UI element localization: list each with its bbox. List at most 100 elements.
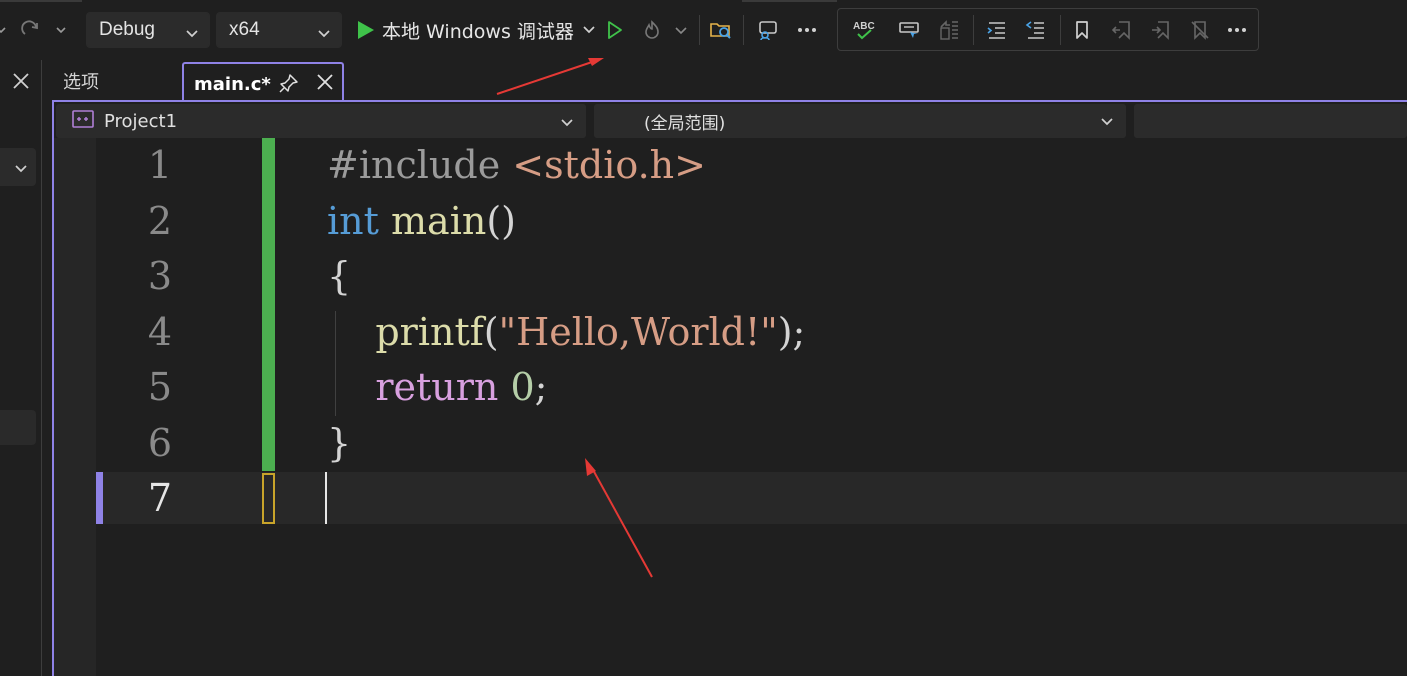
glyph-margin[interactable]: [54, 138, 96, 676]
prev-bookmark-icon: [1111, 21, 1130, 40]
current-line-marker: [96, 472, 103, 524]
code-line-1[interactable]: #include <stdio.h>: [327, 138, 1377, 194]
unsaved-changes-marker: [262, 473, 275, 524]
chevron-down-icon: [675, 27, 687, 35]
chevron-down-icon: [317, 23, 331, 45]
next-bookmark-icon: [1152, 21, 1169, 40]
play-icon: [358, 21, 374, 39]
configuration-value: Debug: [99, 19, 155, 40]
bookmark-icon: [1076, 21, 1088, 39]
toolbar-separator: [1060, 15, 1061, 45]
function-main: main: [391, 198, 487, 243]
member-dropdown[interactable]: [1134, 104, 1407, 138]
open-brace: {: [327, 254, 352, 298]
platform-value: x64: [229, 19, 260, 40]
project-icon: [72, 109, 94, 133]
number-literal: 0: [510, 365, 535, 409]
toolbar-edge: [742, 0, 837, 2]
scope-label: (全局范围): [644, 113, 726, 134]
text-caret: [325, 472, 327, 524]
platform-dropdown[interactable]: x64: [216, 12, 342, 48]
hot-reload-button[interactable]: [637, 12, 667, 48]
pin-icon[interactable]: [279, 73, 299, 98]
next-bookmark-button[interactable]: [1146, 12, 1176, 48]
increase-indent-button[interactable]: [1021, 12, 1051, 48]
code-editor[interactable]: 1 2 3 4 5 6 7 #include <stdio.h> int mai…: [54, 138, 1407, 676]
configuration-dropdown[interactable]: Debug: [86, 12, 210, 48]
close-icon[interactable]: [315, 72, 335, 97]
function-printf: printf: [375, 309, 484, 354]
main-toolbar: Debug x64 本地 Windows 调试器 ABC: [0, 0, 1407, 60]
more-icon: [798, 28, 816, 32]
hot-reload-icon: [645, 20, 659, 39]
chevron-down-icon: [14, 160, 28, 179]
live-share-icon: [759, 21, 777, 41]
keyword-int: int: [327, 198, 379, 243]
tab-label: main.c*: [194, 73, 271, 95]
toggle-bookmark-button[interactable]: [1067, 12, 1097, 48]
parens: (): [486, 198, 516, 243]
spell-check-icon: ABC: [853, 21, 875, 40]
line-number: 5: [147, 365, 172, 409]
clear-bookmarks-button[interactable]: [1185, 12, 1215, 48]
line-number-current: 7: [147, 476, 172, 520]
code-line-3[interactable]: {: [327, 249, 1377, 305]
close-brace: }: [327, 420, 352, 465]
project-label: Project1: [104, 110, 178, 132]
semicolon: ;: [534, 365, 548, 409]
uncomment-button[interactable]: [935, 12, 965, 48]
toolbar-edge: [0, 0, 82, 2]
increase-indent-icon: [1025, 21, 1044, 39]
keyword-return: return: [375, 365, 499, 409]
play-outline-icon: [608, 21, 622, 39]
navigation-bar: Project1 (全局范围): [54, 102, 1407, 138]
panel-selected-item[interactable]: [0, 410, 36, 445]
code-text[interactable]: #include <stdio.h> int main() { printf("…: [327, 138, 1377, 527]
include-header: <stdio.h>: [512, 143, 706, 187]
svg-text:ABC: ABC: [853, 21, 875, 32]
previous-bookmark-button[interactable]: [1107, 12, 1137, 48]
string-literal: "Hello,World!": [498, 309, 778, 354]
scope-dropdown[interactable]: (全局范围): [594, 104, 1126, 138]
hot-reload-dropdown[interactable]: [666, 12, 696, 48]
redo-dropdown-icon[interactable]: [46, 12, 76, 48]
decrease-indent-button[interactable]: [982, 12, 1012, 48]
run-label: 本地 Windows 调试器: [382, 20, 574, 43]
code-line-4[interactable]: printf("Hello,World!");: [327, 305, 1377, 361]
code-line-6[interactable]: }: [327, 416, 1377, 472]
spell-check-button[interactable]: ABC: [850, 12, 880, 48]
code-line-2[interactable]: int main(): [327, 194, 1377, 250]
code-line-7[interactable]: [327, 471, 1377, 527]
more-button[interactable]: [792, 12, 822, 48]
find-in-files-button[interactable]: [706, 12, 736, 48]
line-number: 1: [147, 143, 172, 187]
comment-icon: [899, 22, 919, 38]
chevron-down-icon: [185, 23, 199, 45]
solution-explorer-panel: [0, 60, 42, 676]
line-number: 6: [147, 420, 172, 465]
undo-dropdown-icon[interactable]: [0, 12, 16, 48]
line-number: 4: [147, 309, 172, 354]
tab-main-c[interactable]: main.c*: [182, 62, 344, 104]
open-paren: (: [483, 309, 499, 354]
close-paren-semicolon: );: [777, 309, 806, 354]
tab-options[interactable]: 选项: [52, 60, 180, 101]
panel-dropdown[interactable]: [0, 148, 36, 186]
toolbar-separator: [743, 15, 744, 45]
comment-button[interactable]: [895, 12, 925, 48]
start-debugging-button[interactable]: 本地 Windows 调试器: [352, 12, 596, 48]
chevron-down-icon[interactable]: [582, 19, 596, 41]
saved-changes-bar: [262, 138, 275, 471]
more-button[interactable]: [1222, 12, 1252, 48]
code-line-5[interactable]: return 0;: [327, 360, 1377, 416]
document-tab-strip: 选项 main.c*: [52, 60, 1407, 104]
line-number: 2: [147, 198, 172, 243]
toolbar-separator: [973, 15, 974, 45]
project-dropdown[interactable]: Project1: [56, 104, 586, 138]
close-icon[interactable]: [10, 70, 32, 96]
line-number: 3: [147, 254, 172, 298]
live-share-button[interactable]: [753, 12, 783, 48]
more-icon: [1228, 28, 1246, 32]
redo-icon[interactable]: [16, 12, 46, 48]
start-without-debugging-button[interactable]: [599, 12, 629, 48]
